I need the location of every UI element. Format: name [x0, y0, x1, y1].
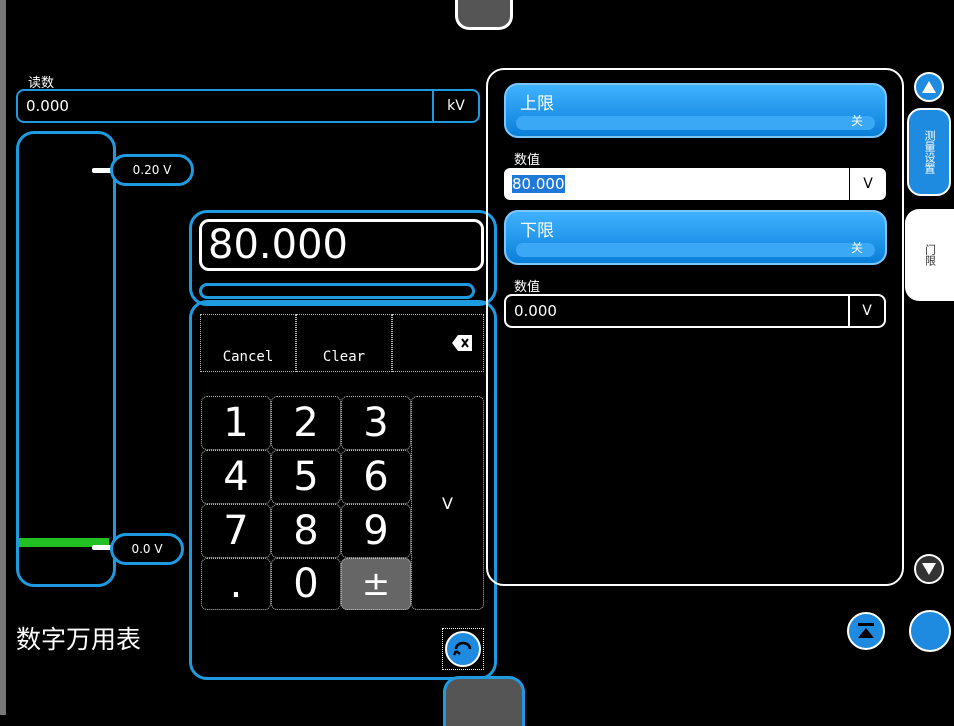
eject-icon [858, 623, 874, 638]
level-slider[interactable] [16, 131, 116, 587]
key-plus-minus[interactable]: ± [341, 558, 411, 610]
upper-limit-title: 上限 [520, 94, 554, 114]
key-0[interactable]: 0 [271, 558, 341, 610]
key-decimal[interactable]: . [201, 558, 271, 610]
arrow-down-icon [922, 563, 936, 575]
lower-limit-track [516, 243, 875, 257]
key-6[interactable]: 6 [341, 450, 411, 504]
bottom-handle[interactable] [443, 676, 525, 726]
scroll-down-button[interactable] [914, 554, 944, 584]
arrow-up-icon [922, 81, 936, 93]
unit-key[interactable]: V [411, 396, 484, 610]
upper-value-label: 数值 [514, 153, 541, 168]
lower-value-field[interactable]: 0.000 V [504, 294, 886, 328]
lower-limit-toggle[interactable]: 下限 关 [504, 210, 887, 265]
tab-threshold-label: 门限 [923, 244, 937, 266]
collapse-up-button[interactable] [847, 612, 885, 650]
home-button[interactable] [909, 610, 951, 652]
tab-measure-label: 测量设置 [923, 130, 936, 174]
key-4[interactable]: 4 [201, 450, 271, 504]
upper-limit-track [516, 116, 875, 130]
upper-limit-toggle[interactable]: 上限 关 [504, 83, 887, 138]
rotate-button[interactable] [442, 628, 484, 670]
left-edge [0, 0, 6, 715]
key-1[interactable]: 1 [201, 396, 271, 450]
clear-button[interactable]: Clear [296, 314, 392, 372]
key-3[interactable]: 3 [341, 396, 411, 450]
entry-value: 80.000 [208, 222, 348, 268]
cancel-button[interactable]: Cancel [200, 314, 296, 372]
backspace-icon [452, 335, 472, 351]
reading-unit: kV [432, 91, 478, 121]
reading-field: 0.000 kV [16, 89, 480, 123]
lower-value-label: 数值 [514, 280, 541, 295]
entry-display[interactable]: 80.000 [199, 219, 484, 271]
key-8[interactable]: 8 [271, 504, 341, 558]
lower-value-text: 0.000 [514, 302, 557, 320]
key-7[interactable]: 7 [201, 504, 271, 558]
key-2[interactable]: 2 [271, 396, 341, 450]
tab-threshold[interactable]: 门限 [905, 209, 954, 301]
upper-value-text: 80.000 [512, 175, 565, 193]
key-5[interactable]: 5 [271, 450, 341, 504]
lower-value-unit[interactable]: V [848, 296, 884, 326]
lower-limit-state: 关 [850, 241, 863, 255]
lower-value-bubble: 0.0 V [110, 533, 184, 565]
upper-value-field[interactable]: 80.000 V [504, 168, 886, 200]
upper-value-bubble: 0.20 V [110, 154, 194, 186]
upper-value-unit[interactable]: V [849, 168, 886, 200]
key-9[interactable]: 9 [341, 504, 411, 558]
tab-measure-settings[interactable]: 测量设置 [907, 108, 951, 196]
app-title: 数字万用表 [16, 625, 142, 654]
entry-slot [199, 283, 475, 299]
upper-limit-state: 关 [850, 114, 863, 128]
backspace-button[interactable] [392, 314, 484, 372]
reading-value: 0.000 [26, 97, 69, 115]
rotate-icon [452, 641, 472, 656]
lower-limit-title: 下限 [520, 221, 554, 241]
scroll-up-button[interactable] [914, 72, 944, 102]
top-handle[interactable] [455, 0, 513, 30]
